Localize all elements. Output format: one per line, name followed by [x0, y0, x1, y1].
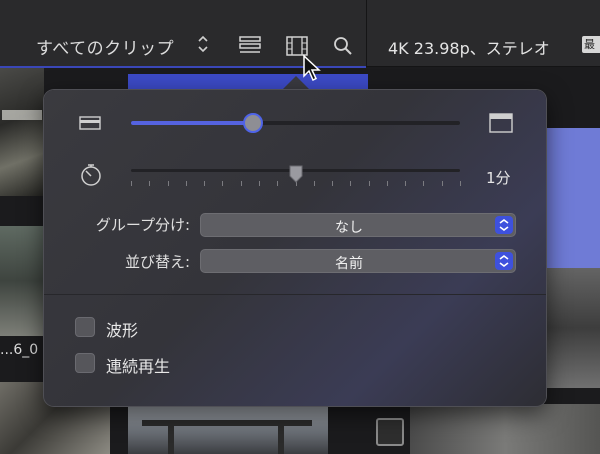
- duration-value: 1分: [486, 169, 511, 187]
- slider-tick: [204, 181, 206, 186]
- clip-height-slider-knob[interactable]: [242, 113, 263, 133]
- slider-tick: [131, 181, 132, 186]
- toolbar-divider: [366, 0, 367, 66]
- continuous-playback-checkbox[interactable]: [75, 353, 95, 373]
- slider-tick: [149, 181, 151, 186]
- slider-tick: [405, 181, 407, 186]
- sort-by-label: 並び替え:: [124, 253, 190, 271]
- filmstrip-icon[interactable]: [286, 36, 308, 56]
- slider-tick: [277, 181, 279, 186]
- slider-tick: [167, 181, 169, 186]
- large-clip-height-icon: [489, 113, 513, 133]
- slider-tick: [368, 181, 370, 186]
- sort-by-value: 名前: [335, 256, 363, 272]
- browser-toolbar: すべてのクリップ 4K 23.98p、ステレオ 最: [0, 0, 600, 67]
- slider-tick: [386, 181, 388, 186]
- slider-tick: [460, 181, 461, 186]
- slider-tick: [313, 181, 315, 186]
- slider-tick: [423, 181, 425, 186]
- chevron-updown-icon[interactable]: [196, 33, 210, 55]
- slider-tick: [441, 181, 443, 186]
- continuous-playback-label[interactable]: 連続再生: [106, 353, 170, 377]
- clip-name: ...6_0: [0, 342, 39, 358]
- slider-tick: [222, 181, 224, 186]
- chevron-updown-icon: [495, 252, 513, 270]
- viewer-image: [410, 404, 600, 454]
- clip-filter-menu[interactable]: すべてのクリップ: [36, 34, 174, 59]
- chevron-updown-icon: [495, 216, 513, 234]
- small-clip-height-icon: [79, 116, 101, 130]
- list-view-icon[interactable]: [239, 36, 261, 56]
- clip-thumbnail[interactable]: [0, 226, 44, 336]
- mouse-cursor-icon: [303, 54, 321, 82]
- waveforms-label[interactable]: 波形: [106, 317, 138, 341]
- clip-thumbnail[interactable]: [0, 68, 44, 196]
- clip-thumbnail[interactable]: [128, 404, 328, 454]
- waveforms-checkbox[interactable]: [75, 317, 95, 337]
- popover-divider: [44, 294, 546, 295]
- slider-tick: [350, 181, 352, 186]
- viewer-image: [545, 128, 600, 268]
- viewer-badge[interactable]: 最: [582, 36, 600, 53]
- search-icon[interactable]: [333, 36, 353, 56]
- slider-tick: [332, 181, 334, 186]
- viewer-checkbox[interactable]: [376, 418, 404, 446]
- slider-tick: [240, 181, 242, 186]
- group-by-label: グループ分け:: [95, 216, 190, 234]
- group-by-select[interactable]: なし: [200, 213, 516, 237]
- stopwatch-icon: [81, 164, 101, 186]
- slider-tick: [185, 181, 187, 186]
- project-format-label: 4K 23.98p、ステレオ: [388, 39, 550, 58]
- group-by-value: なし: [335, 220, 363, 236]
- clip-height-slider-fill: [131, 121, 253, 125]
- slider-tick: [258, 181, 260, 186]
- viewer-image: [545, 268, 600, 388]
- duration-slider-knob[interactable]: [289, 165, 303, 183]
- sort-by-select[interactable]: 名前: [200, 249, 516, 273]
